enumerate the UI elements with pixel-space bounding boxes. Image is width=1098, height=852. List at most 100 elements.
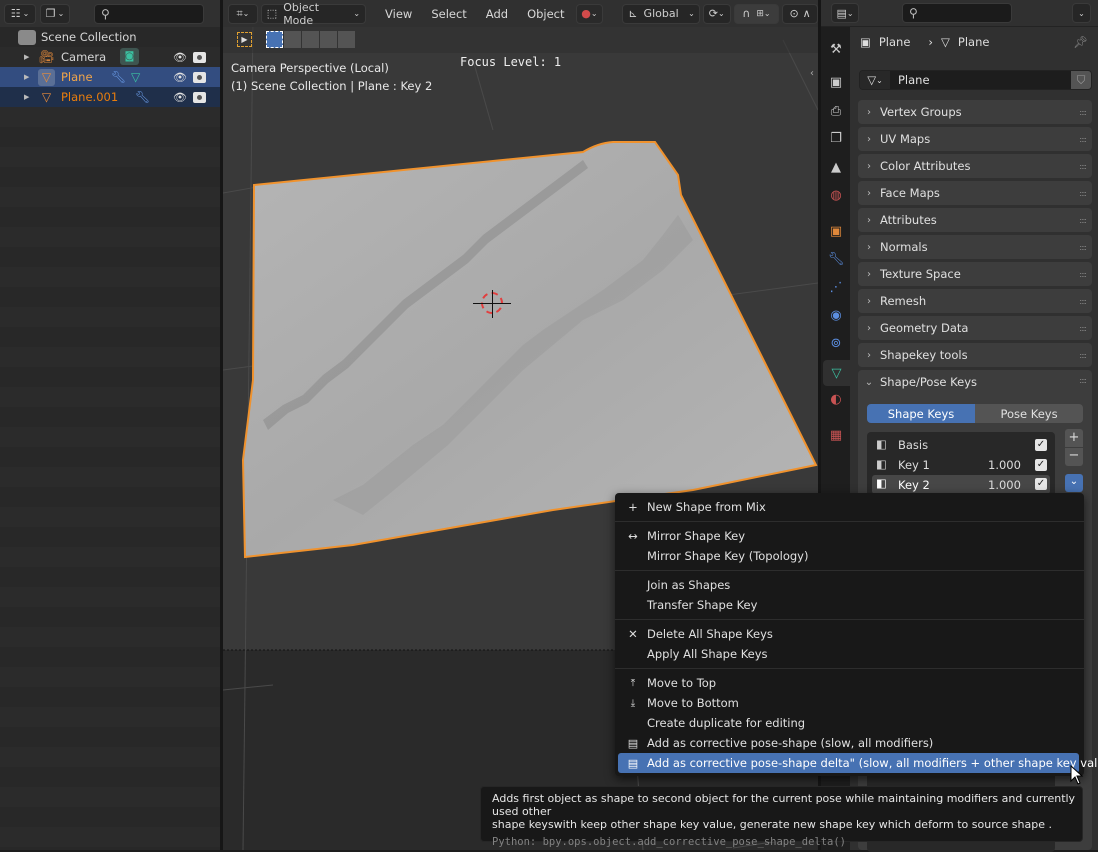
panel-vertex-groups[interactable]: › Vertex Groups:::: bbox=[858, 100, 1092, 124]
add-shape-key-button[interactable]: + bbox=[1065, 429, 1083, 447]
panel-normals[interactable]: › Normals:::: bbox=[858, 235, 1092, 259]
visibility-eye-icon[interactable]: 👁︎ bbox=[173, 91, 187, 104]
tab-material-icon[interactable]: ◐ bbox=[826, 389, 846, 409]
expand-triangle-icon[interactable]: ▶ bbox=[24, 53, 29, 61]
tab-constraints-icon[interactable]: ⊚ bbox=[826, 333, 846, 353]
select-mode-extend-button[interactable] bbox=[284, 31, 301, 48]
panel-color-attributes[interactable]: › Color Attributes:::: bbox=[858, 154, 1092, 178]
properties-search-input[interactable]: ⚲ bbox=[902, 3, 1012, 23]
drag-grip-icon[interactable]: :::: bbox=[1079, 189, 1087, 198]
panel-remesh[interactable]: › Remesh:::: bbox=[858, 289, 1092, 313]
editor-type-button[interactable]: ▤ ⌄ bbox=[831, 3, 859, 23]
menu-item-join-as-shapes[interactable]: Join as Shapes bbox=[615, 575, 1084, 595]
drag-grip-icon[interactable]: :::: bbox=[1079, 376, 1087, 385]
drag-grip-icon[interactable]: :::: bbox=[1079, 108, 1087, 117]
drag-grip-icon[interactable]: :::: bbox=[1079, 324, 1087, 333]
mesh-data-icon[interactable]: ▽ bbox=[131, 70, 140, 84]
editor-type-button[interactable]: ⌗ ⌄ bbox=[228, 3, 258, 24]
tab-shape-keys[interactable]: Shape Keys bbox=[867, 404, 975, 423]
options-dropdown[interactable]: ⌄ bbox=[1072, 3, 1091, 23]
tab-texture-icon[interactable]: ▦ bbox=[826, 425, 846, 445]
proportional-edit-toggle[interactable]: ⊙ ∧ bbox=[782, 3, 818, 24]
tab-modifiers-icon[interactable]: 🔧︎ bbox=[826, 249, 846, 269]
menu-item-apply-all-shape-keys[interactable]: Apply All Shape Keys bbox=[615, 644, 1084, 664]
shape-key-value[interactable]: 1.000 bbox=[988, 478, 1021, 492]
menu-item-add-corrective-pose-shape[interactable]: ▤ Add as corrective pose-shape (slow, all… bbox=[615, 733, 1084, 753]
shading-dropdown[interactable]: ● ⌄ bbox=[575, 3, 604, 24]
menu-item-mirror-shape-key-topology[interactable]: Mirror Shape Key (Topology) bbox=[615, 546, 1084, 566]
remove-shape-key-button[interactable]: − bbox=[1065, 448, 1083, 466]
tab-world-icon[interactable]: ◍ bbox=[826, 185, 846, 205]
sidebar-toggle-chevron-icon[interactable]: ‹ bbox=[810, 68, 814, 79]
outliner-row-camera[interactable]: ▶ 🎥︎ Camera ◙ 👁︎ bbox=[0, 47, 220, 67]
select-mode-invert-button[interactable] bbox=[320, 31, 337, 48]
select-tool-icon[interactable]: ▶ bbox=[237, 32, 252, 47]
drag-grip-icon[interactable]: :::: bbox=[1079, 162, 1087, 171]
select-mode-subtract-button[interactable] bbox=[302, 31, 319, 48]
panel-attributes[interactable]: › Attributes:::: bbox=[858, 208, 1092, 232]
browse-mesh-button[interactable]: ▽ ⌄ bbox=[860, 71, 890, 89]
drag-grip-icon[interactable]: :::: bbox=[1079, 243, 1087, 252]
menu-item-add-corrective-pose-shape-delta[interactable]: ▤ Add as corrective pose-shape delta" (sl… bbox=[618, 753, 1098, 773]
menu-item-create-duplicate[interactable]: Create duplicate for editing bbox=[615, 713, 1084, 733]
shape-key-value[interactable]: 1.000 bbox=[988, 458, 1021, 472]
tab-output-icon[interactable]: ⎙ bbox=[826, 101, 846, 121]
drag-grip-icon[interactable]: :::: bbox=[1079, 297, 1087, 306]
visibility-eye-icon[interactable]: 👁︎ bbox=[173, 51, 187, 64]
camera-data-icon[interactable]: ◙ bbox=[120, 48, 139, 65]
outliner-row-plane-001[interactable]: ▶ ▽ Plane.001 🔧︎ 👁︎ bbox=[0, 87, 220, 107]
drag-grip-icon[interactable]: :::: bbox=[1079, 270, 1087, 279]
editor-type-button[interactable]: ☷ ⌄ bbox=[4, 3, 36, 24]
tab-scene-icon[interactable]: ▲ bbox=[826, 157, 846, 177]
menu-item-delete-all-shape-keys[interactable]: ✕ Delete All Shape Keys bbox=[615, 624, 1084, 644]
shape-key-specials-button[interactable]: ⌄ bbox=[1065, 474, 1083, 492]
tab-mesh-data-icon[interactable]: ▽ bbox=[823, 360, 850, 386]
outliner-search-input[interactable]: ⚲ bbox=[94, 3, 204, 24]
mute-checkbox[interactable]: ✓ bbox=[1035, 439, 1047, 451]
render-camera-icon[interactable] bbox=[193, 91, 206, 103]
wrench-modifier-icon[interactable]: 🔧︎ bbox=[111, 70, 126, 84]
fake-user-shield-icon[interactable]: ⛉ bbox=[1071, 71, 1091, 89]
menu-select[interactable]: Select bbox=[423, 7, 474, 21]
menu-item-transfer-shape-key[interactable]: Transfer Shape Key bbox=[615, 595, 1084, 615]
tab-particles-icon[interactable]: ⋰ bbox=[826, 277, 846, 297]
menu-object[interactable]: Object bbox=[519, 7, 572, 21]
display-mode-button[interactable]: ❐ ⌄ bbox=[40, 3, 70, 24]
tab-object-icon[interactable]: ▣ bbox=[826, 221, 846, 241]
menu-item-move-to-bottom[interactable]: ⤓ Move to Bottom bbox=[615, 693, 1084, 713]
tab-view-layer-icon[interactable]: ❐ bbox=[826, 128, 846, 148]
mute-checkbox[interactable]: ✓ bbox=[1035, 459, 1047, 471]
datablock-name-field[interactable]: Plane bbox=[890, 71, 1071, 89]
panel-shapekey-tools[interactable]: › Shapekey tools:::: bbox=[858, 343, 1092, 367]
render-camera-icon[interactable] bbox=[193, 71, 206, 83]
panel-geometry-data[interactable]: › Geometry Data:::: bbox=[858, 316, 1092, 340]
shape-panel-header[interactable]: ⌄ Shape/Pose Keys :::: bbox=[858, 370, 1092, 394]
tab-physics-icon[interactable]: ◉ bbox=[826, 305, 846, 325]
outliner-row-scene-collection[interactable]: Scene Collection bbox=[0, 27, 220, 47]
tab-render-icon[interactable]: ▣ bbox=[826, 72, 846, 92]
menu-item-move-to-top[interactable]: ⤒ Move to Top bbox=[615, 673, 1084, 693]
expand-triangle-icon[interactable]: ▶ bbox=[24, 93, 29, 101]
select-mode-new-button[interactable] bbox=[266, 31, 283, 48]
select-mode-intersect-button[interactable] bbox=[338, 31, 355, 48]
menu-view[interactable]: View bbox=[377, 7, 420, 21]
menu-add[interactable]: Add bbox=[478, 7, 516, 21]
panel-texture-space[interactable]: › Texture Space:::: bbox=[858, 262, 1092, 286]
pivot-dropdown[interactable]: ⟳ ⌄ bbox=[702, 3, 731, 24]
drag-grip-icon[interactable]: :::: bbox=[1079, 216, 1087, 225]
menu-item-mirror-shape-key[interactable]: ↔ Mirror Shape Key bbox=[615, 526, 1084, 546]
render-camera-icon[interactable] bbox=[193, 51, 206, 63]
shape-key-row-key2[interactable]: ◧ Key 2 1.000 ✓ bbox=[872, 475, 1050, 494]
menu-item-new-shape-from-mix[interactable]: + New Shape from Mix bbox=[615, 497, 1084, 517]
pin-icon[interactable]: 📌︎ bbox=[1073, 35, 1088, 49]
shape-key-row-basis[interactable]: ◧ Basis ✓ bbox=[867, 435, 1055, 455]
mute-checkbox[interactable]: ✓ bbox=[1035, 478, 1047, 490]
wrench-modifier-icon[interactable]: 🔧︎ bbox=[135, 90, 150, 104]
visibility-eye-icon[interactable]: 👁︎ bbox=[173, 71, 187, 84]
snap-toggle[interactable]: ∩ ⊞ ⌄ bbox=[733, 3, 780, 24]
drag-grip-icon[interactable]: :::: bbox=[1079, 351, 1087, 360]
shape-key-row-key1[interactable]: ◧ Key 1 1.000 ✓ bbox=[867, 455, 1055, 475]
outliner-row-plane[interactable]: ▶ ▽ Plane 🔧︎ ▽ 👁︎ bbox=[0, 67, 220, 87]
tab-pose-keys[interactable]: Pose Keys bbox=[975, 404, 1083, 423]
expand-triangle-icon[interactable]: ▶ bbox=[24, 73, 29, 81]
